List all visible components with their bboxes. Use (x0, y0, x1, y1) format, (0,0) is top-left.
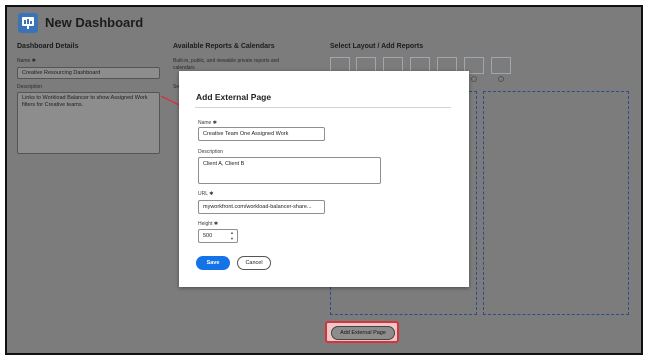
layout-option-icon[interactable] (491, 57, 511, 74)
dialog-title: Add External Page (196, 92, 272, 102)
external-name-label: Name ✱ (198, 120, 217, 126)
name-label: Name ✱ (17, 58, 36, 64)
layout-radio[interactable] (498, 76, 504, 82)
external-description-label: Description (198, 149, 224, 155)
stepper-arrows-icon[interactable]: ▲ ▼ (230, 230, 234, 242)
height-stepper[interactable]: 500 ▲ ▼ (198, 229, 238, 243)
add-external-page-highlight: Add External Page (325, 321, 399, 343)
screenshot-frame: New Dashboard Dashboard Details Name ✱ C… (0, 0, 646, 358)
layout-column-right[interactable] (483, 91, 629, 315)
url-input[interactable]: myworkfront.com/workload-balancer-share.… (198, 200, 325, 214)
dashboard-details-heading: Dashboard Details (17, 43, 79, 50)
add-external-page-dialog: Add External Page Name ✱ Creative Team O… (179, 71, 469, 287)
select-layout-heading: Select Layout / Add Reports (330, 43, 424, 50)
description-label: Description (17, 84, 43, 90)
dashboard-description-input[interactable]: Links to Workload Balancer to show Assig… (17, 92, 160, 154)
cancel-button[interactable]: Cancel (237, 256, 271, 270)
available-reports-heading: Available Reports & Calendars (173, 43, 275, 50)
dashboard-name-input[interactable]: Creative Resourcing Dashboard (17, 67, 160, 79)
app-window: New Dashboard Dashboard Details Name ✱ C… (5, 5, 643, 355)
dashboard-app-icon (18, 13, 38, 33)
external-description-input[interactable]: Client A, Client B (198, 157, 381, 184)
page-title: New Dashboard (45, 15, 144, 30)
url-label: URL ✱ (198, 191, 214, 197)
external-name-input[interactable]: Creative Team One Assigned Work (198, 127, 325, 141)
layout-radio[interactable] (471, 76, 477, 82)
height-label: Height ✱ (198, 221, 219, 227)
reports-note-line1: Built-in, public, and viewable private r… (173, 58, 280, 64)
page-header: New Dashboard (7, 7, 641, 40)
save-button[interactable]: Save (196, 256, 230, 270)
add-external-page-button[interactable]: Add External Page (331, 326, 395, 340)
dialog-divider (195, 107, 451, 108)
height-value: 500 (203, 233, 213, 239)
